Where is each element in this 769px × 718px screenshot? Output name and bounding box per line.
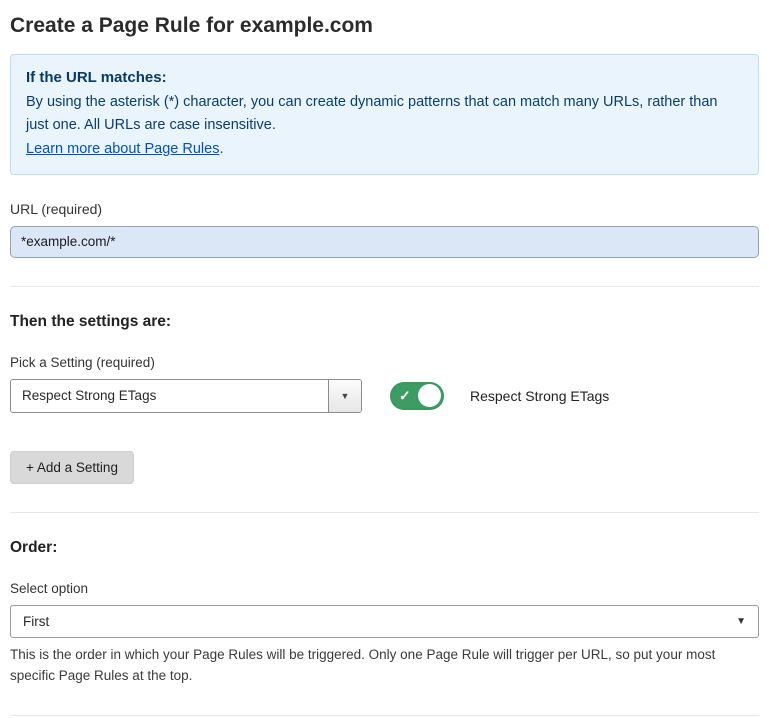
url-input[interactable] [10,226,759,258]
url-field-label: URL (required) [10,201,759,217]
divider [10,715,759,716]
toggle-label: Respect Strong ETags [470,388,609,404]
order-select-label: Select option [10,581,759,596]
pick-setting-label: Pick a Setting (required) [10,355,759,370]
etags-toggle[interactable]: ✓ [390,382,444,410]
order-select[interactable]: First ▼ [10,605,759,638]
add-setting-button[interactable]: + Add a Setting [10,451,134,484]
caret-down-icon[interactable]: ▼ [328,380,361,412]
caret-down-icon: ▼ [736,616,746,627]
learn-more-link[interactable]: Learn more about Page Rules [26,141,219,157]
setting-dropdown[interactable]: Respect Strong ETags ▼ [10,379,362,413]
divider [10,512,759,513]
settings-section-heading: Then the settings are: [10,313,759,331]
divider [10,286,759,287]
page-rule-form: Create a Page Rule for example.com If th… [0,0,769,718]
page-title: Create a Page Rule for example.com [10,14,759,38]
link-suffix: . [219,141,223,157]
order-section-heading: Order: [10,539,759,557]
info-box-heading: If the URL matches: [26,66,743,89]
check-icon: ✓ [399,388,411,402]
info-box-link-line: Learn more about Page Rules. [26,138,743,160]
order-select-value: First [23,614,49,629]
info-box-body: By using the asterisk (*) character, you… [26,91,743,136]
setting-dropdown-value: Respect Strong ETags [11,380,328,412]
order-help-text: This is the order in which your Page Rul… [10,645,759,687]
toggle-knob [418,384,441,407]
setting-row: Respect Strong ETags ▼ ✓ Respect Strong … [10,379,759,413]
url-match-info-box: If the URL matches: By using the asteris… [10,54,759,175]
